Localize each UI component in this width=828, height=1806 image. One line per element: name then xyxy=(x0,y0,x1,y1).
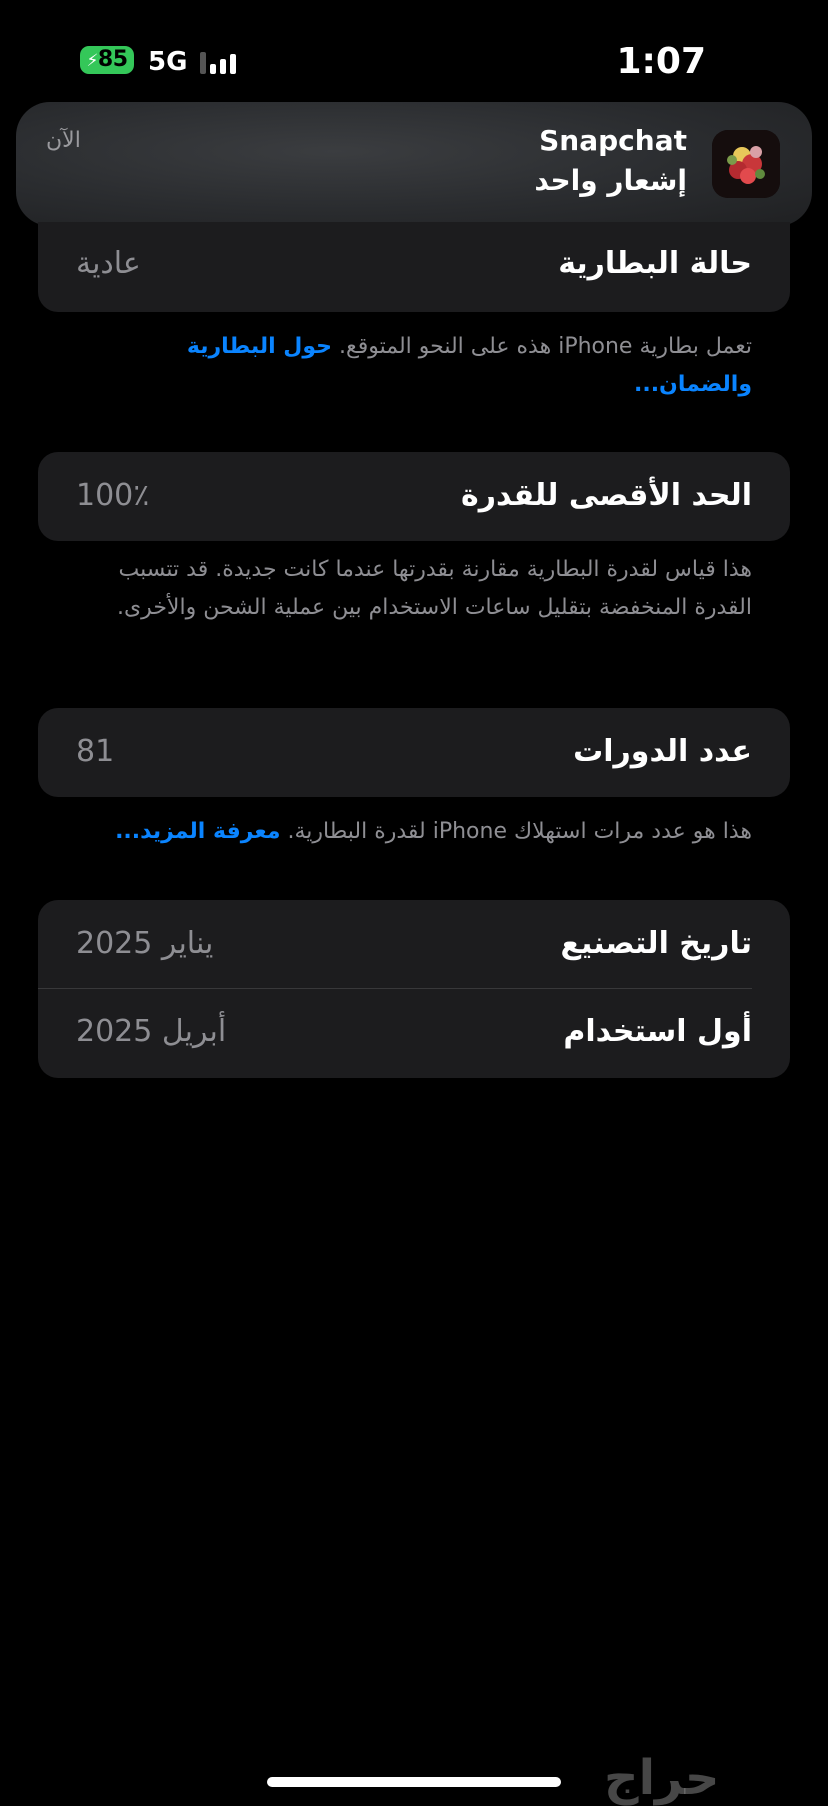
first-use-label: أول استخدام xyxy=(563,1014,752,1049)
status-time: 1:07 xyxy=(616,41,706,82)
battery-health-label: حالة البطارية xyxy=(558,246,752,281)
network-type: 5G xyxy=(148,47,188,77)
snapchat-avatar-icon xyxy=(712,130,780,198)
dates-card: تاريخ التصنيع يناير 2025 أول استخدام أبر… xyxy=(38,900,790,1078)
notification-message: إشعار واحد xyxy=(534,164,687,197)
battery-health-row: حالة البطارية عادية xyxy=(38,222,790,312)
cycle-count-card: عدد الدورات 81 xyxy=(38,708,790,797)
status-bar: ⚡85 5G 1:07 xyxy=(0,40,828,84)
cycle-count-note-text: هذا هو عدد مرات استهلاك iPhone لقدرة الب… xyxy=(280,819,752,844)
battery-health-note: تعمل بطارية iPhone هذه على النحو المتوقع… xyxy=(80,328,752,404)
battery-indicator: ⚡85 xyxy=(80,46,134,74)
battery-level: 85 xyxy=(97,47,128,72)
manufacture-date-row: تاريخ التصنيع يناير 2025 xyxy=(38,900,790,988)
maximum-capacity-row: الحد الأقصى للقدرة 100٪ xyxy=(38,452,790,541)
manufacture-date-value: يناير 2025 xyxy=(76,926,214,961)
battery-health-card: حالة البطارية عادية xyxy=(38,222,790,312)
maximum-capacity-card: الحد الأقصى للقدرة 100٪ xyxy=(38,452,790,541)
cellular-signal-icon xyxy=(200,50,244,74)
manufacture-date-label: تاريخ التصنيع xyxy=(560,926,752,961)
notification-app-name: Snapchat xyxy=(539,124,687,157)
maximum-capacity-value: 100٪ xyxy=(76,478,150,513)
cycle-count-label: عدد الدورات xyxy=(573,734,752,769)
home-indicator[interactable] xyxy=(267,1777,561,1787)
notification-time: الآن xyxy=(46,128,81,153)
notification-banner[interactable]: Snapchat إشعار واحد الآن xyxy=(16,102,812,226)
learn-more-link[interactable]: معرفة المزيد... xyxy=(115,819,280,844)
battery-health-value: عادية xyxy=(76,246,141,281)
haraj-watermark: حراج xyxy=(604,1750,720,1806)
maximum-capacity-label: الحد الأقصى للقدرة xyxy=(461,478,752,513)
charging-bolt-icon: ⚡ xyxy=(86,51,98,71)
first-use-value: أبريل 2025 xyxy=(76,1014,227,1049)
maximum-capacity-note: هذا قياس لقدرة البطارية مقارنة بقدرتها ع… xyxy=(116,557,752,620)
cycle-count-value: 81 xyxy=(76,734,115,769)
cycle-count-note: هذا هو عدد مرات استهلاك iPhone لقدرة الب… xyxy=(80,813,752,851)
first-use-row: أول استخدام أبريل 2025 xyxy=(38,988,790,1078)
cycle-count-row: عدد الدورات 81 xyxy=(38,708,790,797)
battery-health-note-text: تعمل بطارية iPhone هذه على النحو المتوقع… xyxy=(332,334,752,359)
